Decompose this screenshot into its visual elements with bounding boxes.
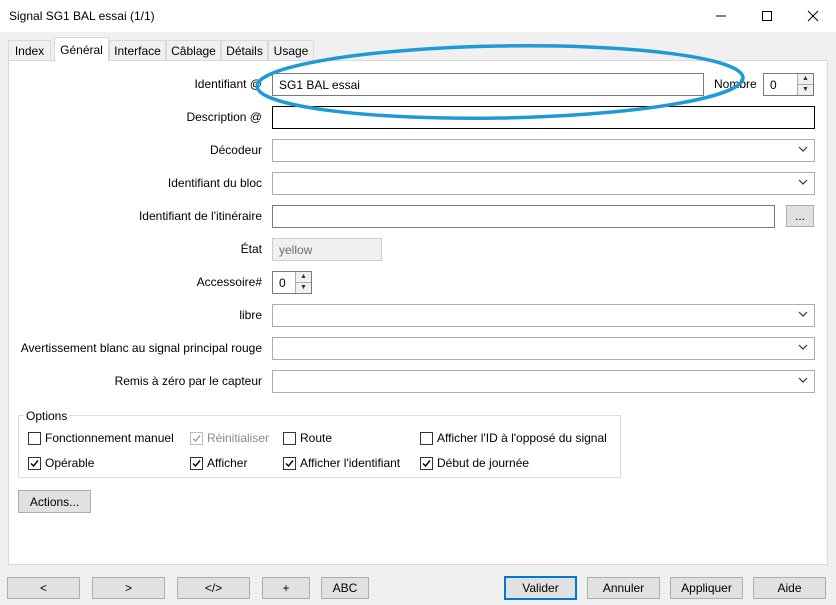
tab-index[interactable]: Index [8, 40, 51, 60]
option-debut-de-journee[interactable]: Début de journée [420, 456, 529, 470]
option-operable[interactable]: Opérable [28, 456, 94, 470]
minimize-button[interactable] [698, 0, 744, 32]
spin-down-icon[interactable]: ▼ [296, 282, 311, 293]
checkmark-icon [285, 459, 294, 467]
libre-select[interactable] [272, 304, 815, 327]
description-input[interactable] [272, 106, 815, 129]
tab-label: Détails [226, 43, 263, 58]
option-afficher-identifiant[interactable]: Afficher l'identifiant [283, 456, 400, 470]
checkbox[interactable] [420, 456, 433, 470]
checkbox[interactable] [190, 456, 203, 470]
checkmark-icon [30, 459, 39, 467]
accessoire-spin-buttons[interactable]: ▲ ▼ [295, 272, 311, 293]
annuler-button[interactable]: Annuler [587, 577, 660, 599]
avertissement-select[interactable] [272, 337, 815, 360]
checkbox[interactable] [28, 431, 41, 445]
checkbox[interactable] [28, 456, 41, 470]
nombre-value: 0 [770, 77, 777, 92]
previous-button[interactable]: < [7, 577, 80, 599]
option-label: Réinitialiser [207, 431, 270, 445]
close-button[interactable] [790, 0, 836, 32]
option-fonctionnement-manuel[interactable]: Fonctionnement manuel [28, 431, 174, 445]
actions-button[interactable]: Actions... [18, 490, 91, 513]
maximize-icon [762, 11, 772, 21]
valider-button[interactable]: Valider [504, 576, 577, 600]
bloc-select[interactable] [272, 172, 815, 195]
description-label: Description @ [186, 110, 262, 124]
option-label: Opérable [45, 456, 95, 470]
itineraire-label: Identifiant de l'itinéraire [138, 209, 262, 223]
option-label: Route [300, 431, 333, 445]
identifiant-label: Identifiant @ [194, 77, 262, 91]
options-legend: Options [24, 409, 70, 423]
itineraire-input[interactable] [272, 205, 775, 228]
tab-details[interactable]: Détails [221, 40, 268, 60]
aide-button[interactable]: Aide [753, 577, 826, 599]
checkbox[interactable] [283, 431, 296, 445]
itineraire-browse-button[interactable]: ... [786, 205, 814, 227]
spin-up-icon[interactable]: ▲ [798, 74, 813, 85]
maximize-button[interactable] [744, 0, 790, 32]
spin-up-icon[interactable]: ▲ [296, 272, 311, 283]
etat-label: État [240, 242, 262, 256]
next-button[interactable]: > [92, 577, 165, 599]
checkmark-icon [422, 459, 431, 467]
chevron-down-icon [798, 311, 808, 317]
tab-label: Usage [273, 43, 309, 58]
option-label: Début de journée [437, 456, 530, 470]
option-label: Fonctionnement manuel [45, 431, 174, 445]
appliquer-button[interactable]: Appliquer [670, 577, 743, 599]
option-reinitialiser: Réinitialiser [190, 431, 269, 445]
accessoire-spinner[interactable]: 0 ▲ ▼ [272, 271, 312, 294]
remise-select[interactable] [272, 370, 815, 393]
identifiant-input[interactable]: SG1 BAL essai [272, 73, 704, 96]
tab-label: Câblage [171, 43, 216, 58]
tab-interface[interactable]: Interface [109, 40, 166, 60]
tab-label: Général [60, 43, 103, 57]
nombre-spin-buttons[interactable]: ▲ ▼ [797, 74, 813, 95]
checkbox [190, 431, 203, 445]
checkbox[interactable] [420, 431, 433, 445]
chevron-down-icon [798, 344, 808, 350]
window-title: Signal SG1 BAL essai (1/1) [9, 9, 155, 23]
add-button[interactable]: + [262, 577, 310, 599]
accessoire-value: 0 [279, 275, 286, 290]
tab-cablage[interactable]: Câblage [166, 40, 221, 60]
chevron-down-icon [798, 377, 808, 383]
option-label: Afficher l'identifiant [300, 456, 401, 470]
abc-button[interactable]: ABC [321, 577, 369, 599]
option-label: Afficher l'ID à l'opposé du signal [437, 431, 607, 445]
checkbox[interactable] [283, 456, 296, 470]
etat-field: yellow [272, 238, 382, 261]
remise-label: Remis à zéro par le capteur [114, 374, 262, 388]
close-icon [807, 10, 819, 22]
tab-usage[interactable]: Usage [268, 40, 314, 60]
bloc-label: Identifiant du bloc [167, 176, 262, 190]
option-afficher[interactable]: Afficher [190, 456, 247, 470]
tab-general[interactable]: Général [54, 37, 109, 62]
spin-down-icon[interactable]: ▼ [798, 84, 813, 95]
decodeur-label: Décodeur [209, 143, 262, 157]
libre-label: libre [239, 308, 262, 322]
code-button[interactable]: </> [177, 577, 250, 599]
minimize-icon [716, 15, 726, 17]
checkmark-icon [192, 434, 201, 442]
option-label: Afficher [207, 456, 248, 470]
checkmark-icon [192, 459, 201, 467]
tab-label: Interface [114, 43, 161, 58]
option-route[interactable]: Route [283, 431, 332, 445]
option-afficher-id-oppose[interactable]: Afficher l'ID à l'opposé du signal [420, 431, 607, 445]
tab-label: Index [14, 43, 45, 58]
nombre-spinner[interactable]: 0 ▲ ▼ [763, 73, 814, 96]
accessoire-label: Accessoire# [196, 275, 262, 289]
nombre-label: Nombre [714, 77, 757, 91]
chevron-down-icon [798, 146, 808, 152]
decodeur-select[interactable] [272, 139, 815, 162]
avertissement-label: Avertissement blanc au signal principal … [20, 341, 262, 355]
chevron-down-icon [798, 179, 808, 185]
